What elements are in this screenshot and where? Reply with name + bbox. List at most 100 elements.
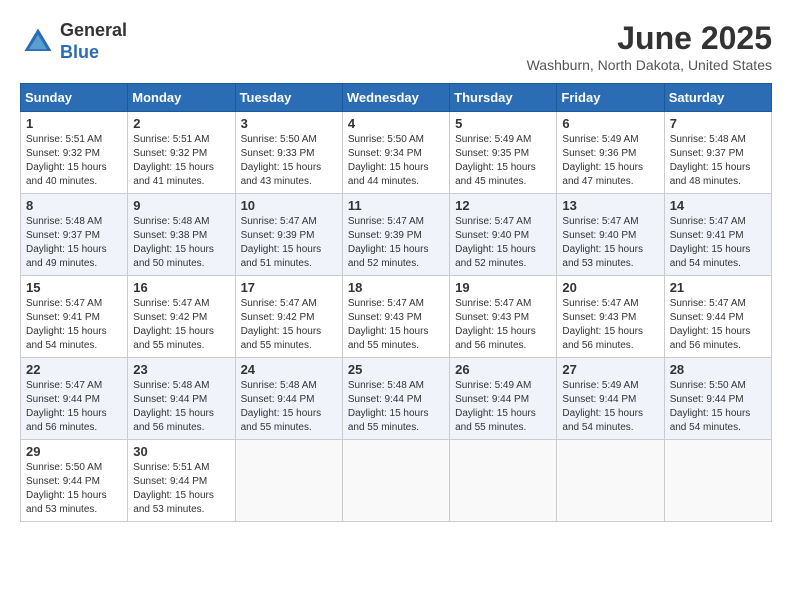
calendar-cell: 11 Sunrise: 5:47 AM Sunset: 9:39 PM Dayli…	[342, 194, 449, 276]
calendar-cell: 5 Sunrise: 5:49 AM Sunset: 9:35 PM Daylig…	[450, 112, 557, 194]
day-number: 15	[26, 280, 122, 295]
calendar-cell: 30 Sunrise: 5:51 AM Sunset: 9:44 PM Dayli…	[128, 440, 235, 522]
calendar-cell: 3 Sunrise: 5:50 AM Sunset: 9:33 PM Daylig…	[235, 112, 342, 194]
day-number: 3	[241, 116, 337, 131]
logo-text: General Blue	[60, 20, 127, 63]
day-number: 14	[670, 198, 766, 213]
calendar-weekday-wednesday: Wednesday	[342, 84, 449, 112]
day-number: 7	[670, 116, 766, 131]
day-info: Sunrise: 5:47 AM Sunset: 9:44 PM Dayligh…	[26, 379, 122, 435]
day-number: 12	[455, 198, 551, 213]
day-number: 9	[133, 198, 229, 213]
day-info: Sunrise: 5:49 AM Sunset: 9:36 PM Dayligh…	[562, 133, 658, 189]
day-info: Sunrise: 5:48 AM Sunset: 9:37 PM Dayligh…	[26, 215, 122, 271]
day-number: 13	[562, 198, 658, 213]
calendar-weekday-friday: Friday	[557, 84, 664, 112]
calendar-weekday-saturday: Saturday	[664, 84, 771, 112]
calendar-cell: 13 Sunrise: 5:47 AM Sunset: 9:40 PM Dayli…	[557, 194, 664, 276]
logo-general: General	[60, 20, 127, 40]
calendar-cell: 12 Sunrise: 5:47 AM Sunset: 9:40 PM Dayli…	[450, 194, 557, 276]
calendar-cell: 2 Sunrise: 5:51 AM Sunset: 9:32 PM Daylig…	[128, 112, 235, 194]
day-info: Sunrise: 5:47 AM Sunset: 9:39 PM Dayligh…	[241, 215, 337, 271]
day-info: Sunrise: 5:47 AM Sunset: 9:43 PM Dayligh…	[562, 297, 658, 353]
calendar-weekday-sunday: Sunday	[21, 84, 128, 112]
calendar-cell: 28 Sunrise: 5:50 AM Sunset: 9:44 PM Dayli…	[664, 358, 771, 440]
day-info: Sunrise: 5:47 AM Sunset: 9:42 PM Dayligh…	[133, 297, 229, 353]
day-number: 27	[562, 362, 658, 377]
calendar-week-row: 8Sunrise: 5:48 AM Sunset: 9:37 PM Daylig…	[21, 194, 772, 276]
calendar-cell: 27 Sunrise: 5:49 AM Sunset: 9:44 PM Dayli…	[557, 358, 664, 440]
calendar-cell: 26Sunrise: 5:49 AM Sunset: 9:44 PM Dayli…	[450, 358, 557, 440]
day-info: Sunrise: 5:47 AM Sunset: 9:40 PM Dayligh…	[562, 215, 658, 271]
day-info: Sunrise: 5:51 AM Sunset: 9:44 PM Dayligh…	[133, 461, 229, 517]
day-number: 10	[241, 198, 337, 213]
calendar-cell	[557, 440, 664, 522]
day-info: Sunrise: 5:48 AM Sunset: 9:44 PM Dayligh…	[348, 379, 444, 435]
calendar-table: SundayMondayTuesdayWednesdayThursdayFrid…	[20, 83, 772, 522]
day-number: 4	[348, 116, 444, 131]
logo-icon	[20, 24, 56, 60]
calendar-cell	[450, 440, 557, 522]
day-number: 20	[562, 280, 658, 295]
day-number: 17	[241, 280, 337, 295]
title-block: June 2025 Washburn, North Dakota, United…	[527, 20, 772, 73]
month-title: June 2025	[527, 20, 772, 57]
calendar-weekday-monday: Monday	[128, 84, 235, 112]
calendar-cell: 29 Sunrise: 5:50 AM Sunset: 9:44 PM Dayli…	[21, 440, 128, 522]
day-number: 18	[348, 280, 444, 295]
day-number: 21	[670, 280, 766, 295]
calendar-cell: 9 Sunrise: 5:48 AM Sunset: 9:38 PM Daylig…	[128, 194, 235, 276]
day-info: Sunrise: 5:48 AM Sunset: 9:44 PM Dayligh…	[133, 379, 229, 435]
day-info: Sunrise: 5:50 AM Sunset: 9:44 PM Dayligh…	[26, 461, 122, 517]
location: Washburn, North Dakota, United States	[527, 57, 772, 73]
day-info: Sunrise: 5:50 AM Sunset: 9:34 PM Dayligh…	[348, 133, 444, 189]
calendar-week-row: 22 Sunrise: 5:47 AM Sunset: 9:44 PM Dayli…	[21, 358, 772, 440]
day-info: Sunrise: 5:48 AM Sunset: 9:37 PM Dayligh…	[670, 133, 766, 189]
day-info: Sunrise: 5:47 AM Sunset: 9:41 PM Dayligh…	[26, 297, 122, 353]
calendar-week-row: 15 Sunrise: 5:47 AM Sunset: 9:41 PM Dayli…	[21, 276, 772, 358]
calendar-cell: 16Sunrise: 5:47 AM Sunset: 9:42 PM Dayli…	[128, 276, 235, 358]
calendar-cell: 10 Sunrise: 5:47 AM Sunset: 9:39 PM Dayli…	[235, 194, 342, 276]
calendar-cell: 8Sunrise: 5:48 AM Sunset: 9:37 PM Daylig…	[21, 194, 128, 276]
day-number: 11	[348, 198, 444, 213]
day-info: Sunrise: 5:49 AM Sunset: 9:35 PM Dayligh…	[455, 133, 551, 189]
day-info: Sunrise: 5:47 AM Sunset: 9:43 PM Dayligh…	[455, 297, 551, 353]
day-info: Sunrise: 5:47 AM Sunset: 9:39 PM Dayligh…	[348, 215, 444, 271]
day-number: 5	[455, 116, 551, 131]
calendar-cell: 15 Sunrise: 5:47 AM Sunset: 9:41 PM Dayli…	[21, 276, 128, 358]
day-info: Sunrise: 5:47 AM Sunset: 9:40 PM Dayligh…	[455, 215, 551, 271]
day-info: Sunrise: 5:47 AM Sunset: 9:43 PM Dayligh…	[348, 297, 444, 353]
day-number: 1	[26, 116, 122, 131]
calendar-cell: 22 Sunrise: 5:47 AM Sunset: 9:44 PM Dayli…	[21, 358, 128, 440]
day-info: Sunrise: 5:49 AM Sunset: 9:44 PM Dayligh…	[562, 379, 658, 435]
calendar-cell: 21Sunrise: 5:47 AM Sunset: 9:44 PM Dayli…	[664, 276, 771, 358]
calendar-cell: 25 Sunrise: 5:48 AM Sunset: 9:44 PM Dayli…	[342, 358, 449, 440]
calendar-cell: 1 Sunrise: 5:51 AM Sunset: 9:32 PM Daylig…	[21, 112, 128, 194]
day-number: 26	[455, 362, 551, 377]
calendar-cell: 7 Sunrise: 5:48 AM Sunset: 9:37 PM Daylig…	[664, 112, 771, 194]
calendar-cell	[664, 440, 771, 522]
calendar-cell: 20 Sunrise: 5:47 AM Sunset: 9:43 PM Dayli…	[557, 276, 664, 358]
day-info: Sunrise: 5:51 AM Sunset: 9:32 PM Dayligh…	[133, 133, 229, 189]
day-info: Sunrise: 5:51 AM Sunset: 9:32 PM Dayligh…	[26, 133, 122, 189]
calendar-cell: 6Sunrise: 5:49 AM Sunset: 9:36 PM Daylig…	[557, 112, 664, 194]
day-number: 2	[133, 116, 229, 131]
calendar-week-row: 1 Sunrise: 5:51 AM Sunset: 9:32 PM Daylig…	[21, 112, 772, 194]
day-number: 30	[133, 444, 229, 459]
day-number: 22	[26, 362, 122, 377]
day-number: 24	[241, 362, 337, 377]
calendar-cell: 17 Sunrise: 5:47 AM Sunset: 9:42 PM Dayli…	[235, 276, 342, 358]
day-number: 25	[348, 362, 444, 377]
day-number: 29	[26, 444, 122, 459]
logo: General Blue	[20, 20, 127, 63]
day-info: Sunrise: 5:50 AM Sunset: 9:33 PM Dayligh…	[241, 133, 337, 189]
logo-blue: Blue	[60, 42, 99, 62]
day-number: 28	[670, 362, 766, 377]
day-number: 23	[133, 362, 229, 377]
calendar-cell	[235, 440, 342, 522]
calendar-cell	[342, 440, 449, 522]
day-info: Sunrise: 5:47 AM Sunset: 9:42 PM Dayligh…	[241, 297, 337, 353]
day-info: Sunrise: 5:50 AM Sunset: 9:44 PM Dayligh…	[670, 379, 766, 435]
calendar-header-row: SundayMondayTuesdayWednesdayThursdayFrid…	[21, 84, 772, 112]
day-info: Sunrise: 5:48 AM Sunset: 9:38 PM Dayligh…	[133, 215, 229, 271]
